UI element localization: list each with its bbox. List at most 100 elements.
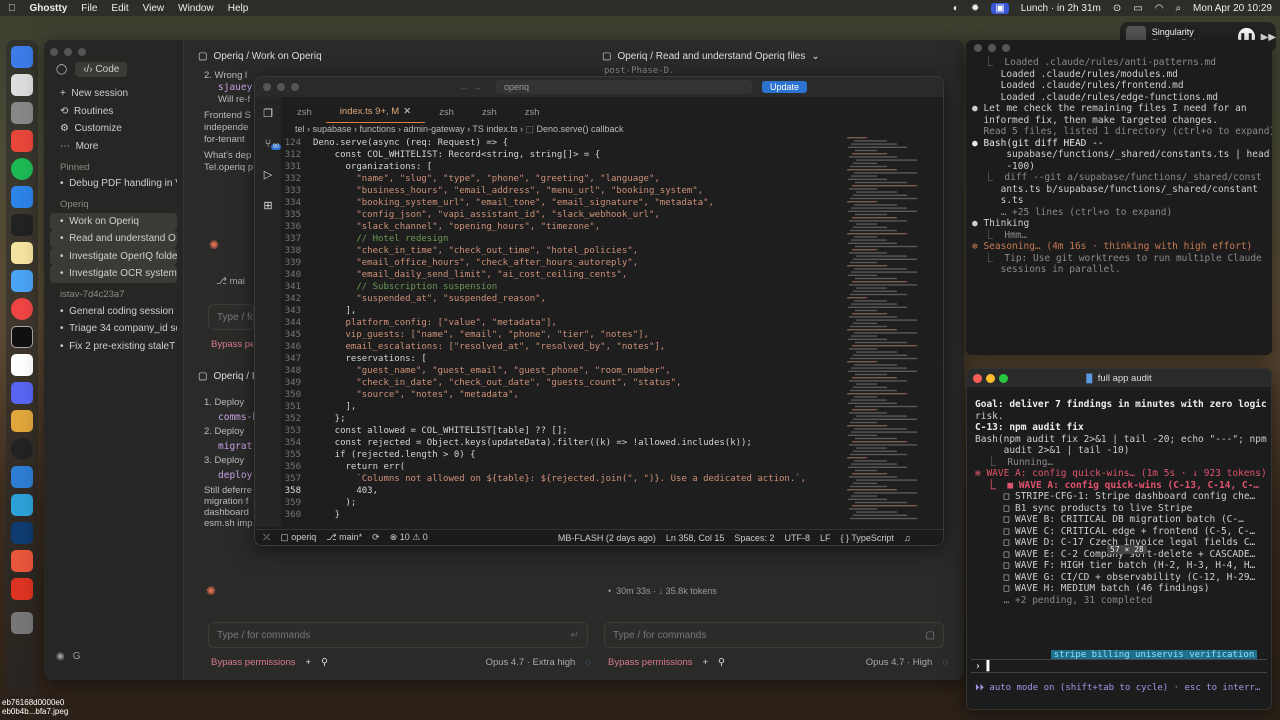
app-red-icon[interactable]	[11, 130, 33, 152]
window-close-button[interactable]	[973, 374, 982, 383]
problems-count[interactable]: ⊗ 10 ⚠ 0	[390, 532, 428, 543]
telegram-icon[interactable]	[11, 494, 33, 516]
app-orange-icon[interactable]	[11, 410, 33, 432]
sidebar-item-routines[interactable]: ⟲ Routines	[50, 103, 177, 121]
session-item[interactable]: • Investigate OCR system	[50, 265, 177, 283]
sidebar-item-more[interactable]: ⋯ More	[50, 138, 177, 156]
screen-icon[interactable]: ▣	[991, 2, 1009, 14]
window-minimize-button[interactable]	[64, 48, 72, 56]
sync-icon[interactable]: ⟳	[372, 532, 380, 543]
remote-icon[interactable]: ⤫	[263, 532, 270, 543]
calendar-event[interactable]: Lunch · in 2h 31m	[1021, 3, 1101, 14]
chrome-icon[interactable]	[11, 298, 33, 320]
code-line[interactable]: 339 "email_office_hours", "check_after_h…	[283, 257, 843, 269]
session-item[interactable]: • Fix 2 pre-existing staleT	[50, 338, 177, 356]
send-icon[interactable]: ↵	[571, 630, 579, 641]
wifi-icon[interactable]: ◠	[1155, 3, 1164, 14]
close-icon[interactable]: ✕	[403, 106, 411, 117]
window-minimize-button[interactable]	[986, 374, 995, 383]
window-zoom-button[interactable]	[1002, 44, 1010, 52]
weather-icon[interactable]: ✹	[971, 3, 979, 14]
code-line[interactable]: 352 };	[283, 413, 843, 425]
code-line[interactable]: 351 ],	[283, 401, 843, 413]
app-circle-icon[interactable]	[11, 438, 33, 460]
code-line[interactable]: 336 "slack_channel", "opening_hours", "t…	[283, 221, 843, 233]
code-line[interactable]: 357 `Columns not allowed on ${table}: ${…	[283, 473, 843, 485]
sidebar-item-customize[interactable]: ⚙ Customize	[50, 120, 177, 138]
terminal-prompt[interactable]: ›	[972, 352, 978, 355]
code-line[interactable]: 343 ],	[283, 305, 843, 317]
window-close-button[interactable]	[974, 44, 982, 52]
apple-icon[interactable]: 	[8, 3, 16, 14]
code-line[interactable]: 347 reservations: [	[283, 353, 843, 365]
code-line[interactable]: 349 "check_in_date", "check_out_date", "…	[283, 377, 843, 389]
app-navy-icon[interactable]	[11, 522, 33, 544]
model-label[interactable]: Opus 4.7 · High	[866, 657, 933, 668]
add-icon[interactable]: +	[702, 657, 708, 668]
menu-file[interactable]: File	[81, 3, 97, 14]
code-line[interactable]: 338 "check_in_time", "check_out_time", "…	[283, 245, 843, 257]
add-icon[interactable]: +	[305, 657, 311, 668]
code-line[interactable]: 334 "booking_system_url", "email_tone", …	[283, 197, 843, 209]
code-line[interactable]: 358 403,	[283, 485, 843, 497]
calendar-icon[interactable]	[11, 354, 33, 376]
code-tab[interactable]: ‹/› Code	[75, 62, 128, 77]
spotify-icon[interactable]	[11, 158, 33, 180]
cursor-position[interactable]: Ln 358, Col 15	[666, 533, 725, 543]
window-zoom-button[interactable]	[291, 83, 299, 91]
window-zoom-button[interactable]	[78, 48, 86, 56]
menu-help[interactable]: Help	[228, 3, 249, 14]
session-item[interactable]: • Triage 34 company_id sc	[50, 320, 177, 338]
code-line[interactable]: 337 // Hotel redesign	[283, 233, 843, 245]
settings-icon[interactable]	[11, 102, 33, 124]
chevron-down-icon[interactable]: ⌄	[811, 51, 819, 62]
tab-terminal[interactable]: zsh	[511, 101, 554, 123]
code-line[interactable]: 332 "name", "slug", "type", "phone", "gr…	[283, 173, 843, 185]
session-item[interactable]: • Debug PDF handling in V	[50, 175, 177, 193]
search-icon[interactable]: ⌕	[1175, 3, 1181, 14]
safari-icon[interactable]	[11, 270, 33, 292]
code-line[interactable]: 345 vip_guests: ["name", "email", "phone…	[283, 329, 843, 341]
code-line[interactable]: 312 const COL_WHITELIST: Record<string, …	[283, 149, 843, 161]
bypass-label[interactable]: Bypass permissions	[211, 657, 295, 668]
session-item[interactable]: • General coding session	[50, 303, 177, 321]
tab-terminal[interactable]: zsh	[468, 101, 511, 123]
code-line[interactable]: 342 "suspended_at", "suspended_reason",	[283, 293, 843, 305]
command-input[interactable]: Type / for commands ▢	[604, 622, 944, 648]
code-line[interactable]: 348 "guest_name", "guest_email", "guest_…	[283, 365, 843, 377]
model-label[interactable]: Opus 4.7 · Extra high	[486, 657, 576, 668]
code-line[interactable]: 359 );	[283, 497, 843, 509]
code-line[interactable]: 346 email_escalations: ["resolved_at", "…	[283, 341, 843, 353]
stop-icon[interactable]: ▢	[926, 630, 935, 641]
app-star-icon[interactable]	[11, 550, 33, 572]
battery-icon[interactable]: ▭	[1133, 3, 1142, 14]
indentation[interactable]: Spaces: 2	[734, 533, 774, 543]
code-line[interactable]: 356 return err(	[283, 461, 843, 473]
minimap[interactable]	[845, 137, 925, 527]
menu-window[interactable]: Window	[178, 3, 214, 14]
app-blue-icon[interactable]	[11, 186, 33, 208]
encoding[interactable]: UTF-8	[784, 533, 810, 543]
window-minimize-button[interactable]	[277, 83, 285, 91]
window-close-button[interactable]	[263, 83, 271, 91]
command-input[interactable]: Type / for commands	[208, 304, 254, 330]
status-icon[interactable]: ◐	[953, 3, 959, 14]
session-item[interactable]: • Work on Operiq	[50, 212, 177, 230]
window-minimize-button[interactable]	[988, 44, 996, 52]
user-icon[interactable]: ◉	[56, 651, 65, 662]
code-editor[interactable]: 124 Deno.serve(async (req: Request) => {3…	[283, 137, 843, 529]
git-blame[interactable]: MB-FLASH (2 days ago)	[558, 533, 656, 543]
code-line[interactable]: 353 const allowed = COL_WHITELIST[table]…	[283, 425, 843, 437]
language-mode[interactable]: { } TypeScript	[840, 533, 893, 543]
desktop-file[interactable]: eb76168d0000e0 eb0b4b...bfa7.jpeg	[2, 698, 68, 716]
code-line[interactable]: 344 platform_config: ["value", "metadata…	[283, 317, 843, 329]
menu-edit[interactable]: Edit	[111, 3, 128, 14]
status-repo[interactable]: ▢ operiq	[280, 532, 316, 543]
tab-terminal[interactable]: zsh	[283, 101, 326, 123]
code-line[interactable]: 124 Deno.serve(async (req: Request) => {	[283, 137, 843, 149]
source-control-icon[interactable]: ⑂ 90	[265, 138, 282, 150]
code-line[interactable]: 341 // Subscription suspension	[283, 281, 843, 293]
run-icon[interactable]: ▷	[264, 168, 272, 181]
bypass-label[interactable]: Bypass permissions	[211, 339, 253, 350]
mic-icon[interactable]: ⚲	[321, 657, 328, 668]
